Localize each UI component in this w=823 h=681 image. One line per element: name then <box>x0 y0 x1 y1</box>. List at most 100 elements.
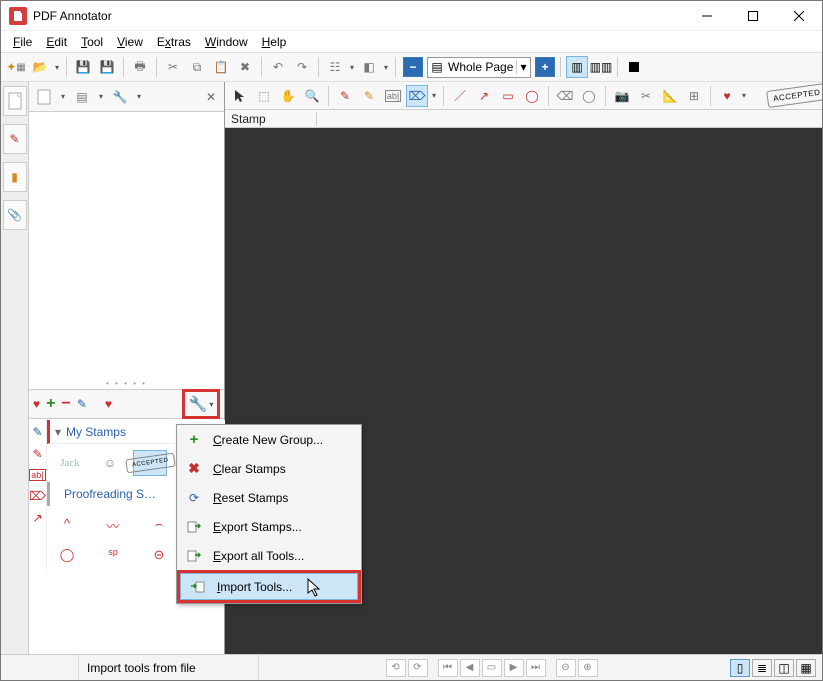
nav-forward[interactable]: ⊕ <box>578 659 598 677</box>
view-single[interactable]: ▯ <box>730 659 750 677</box>
proof-circle[interactable]: ◯ <box>53 547 81 563</box>
print-button[interactable]: 🖶 <box>129 56 151 78</box>
menu-file[interactable]: File <box>7 33 38 51</box>
vtab-attach[interactable]: 📎 <box>3 200 27 230</box>
columns-button[interactable]: ☷ <box>324 56 346 78</box>
view-continuous[interactable]: ≣ <box>752 659 772 677</box>
vtool-stamp[interactable]: ⌦ <box>29 489 46 503</box>
tool-favorite-dropdown[interactable]: ▾ <box>740 91 748 100</box>
vtool-arrow[interactable]: ↗ <box>32 511 42 525</box>
open-dropdown[interactable]: ▾ <box>53 63 61 72</box>
side-panel-close[interactable]: ✕ <box>202 88 220 106</box>
maximize-button[interactable] <box>730 1 776 30</box>
vtab-page-thumb[interactable] <box>3 86 27 116</box>
nav-next[interactable]: ▶ <box>504 659 524 677</box>
stamp-smiley[interactable]: ☺ <box>93 450 127 476</box>
tool-highlighter[interactable]: ✎ <box>358 85 380 107</box>
side-wrench[interactable]: 🔧 <box>109 86 131 108</box>
undo-button[interactable]: ↶ <box>267 56 289 78</box>
ctx-import-tools[interactable]: Import Tools... <box>180 573 358 600</box>
tool-lasso[interactable]: ⬚ <box>253 85 275 107</box>
nav-first[interactable]: ⏮ <box>438 659 458 677</box>
nav-prev[interactable]: ◀ <box>460 659 480 677</box>
favorites-wrench-button[interactable]: 🔧 ▾ <box>185 392 217 416</box>
close-button[interactable] <box>776 1 822 30</box>
tool-camera[interactable]: 📷 <box>611 85 633 107</box>
proof-caret[interactable]: ^ <box>53 516 81 535</box>
fav-heart-icon[interactable]: ♥ <box>33 397 40 411</box>
ctx-clear-stamps[interactable]: ✖ Clear Stamps <box>177 454 361 483</box>
view-two-cont[interactable]: ▦ <box>796 659 816 677</box>
fav-add-icon[interactable]: + <box>46 395 55 413</box>
ctx-export-stamps[interactable]: Export Stamps... <box>177 512 361 541</box>
tool-measure[interactable]: ◯ <box>578 85 600 107</box>
save-as-button[interactable]: 💾 <box>96 56 118 78</box>
sidebar-toggle-dropdown[interactable]: ▾ <box>382 63 390 72</box>
panel-grip[interactable]: • • • • • <box>29 379 224 389</box>
proof-stet[interactable]: ⊝ <box>145 547 173 563</box>
nav-rotate-left[interactable]: ⟲ <box>386 659 406 677</box>
menu-extras[interactable]: Extras <box>151 33 197 51</box>
vtool-pen[interactable]: ✎ <box>32 447 42 461</box>
nav-last[interactable]: ⏭ <box>526 659 546 677</box>
proof-transpose[interactable]: ⌢ <box>145 516 173 535</box>
fav-edit-icon[interactable]: ✎ <box>77 397 87 411</box>
menu-edit[interactable]: Edit <box>40 33 73 51</box>
menu-view[interactable]: View <box>111 33 149 51</box>
copy-button[interactable]: ⧉ <box>186 56 208 78</box>
menu-help[interactable]: Help <box>256 33 293 51</box>
tool-crop[interactable]: ✂ <box>635 85 657 107</box>
tool-eraser[interactable]: ⌫ <box>554 85 576 107</box>
zoom-combo[interactable]: ▤ Whole Page ▾ <box>427 57 531 78</box>
tool-textbox[interactable]: ab| <box>382 85 404 107</box>
nav-rotate-right[interactable]: ⟳ <box>408 659 428 677</box>
tool-pan[interactable]: ✋ <box>277 85 299 107</box>
proof-delete[interactable]: 〰 <box>99 516 127 535</box>
open-button[interactable]: 📂 <box>29 56 51 78</box>
proof-sp[interactable]: sp <box>99 547 127 563</box>
tool-line[interactable]: ／ <box>449 85 471 107</box>
ctx-reset-stamps[interactable]: ⟳ Reset Stamps <box>177 483 361 512</box>
tool-find[interactable]: 🔍 <box>301 85 323 107</box>
stamp-accepted[interactable]: ACCEPTED <box>133 450 167 476</box>
redo-button[interactable]: ↷ <box>291 56 313 78</box>
single-page-button[interactable]: ▥ <box>566 56 588 78</box>
stamp-signature[interactable]: Jack <box>53 450 87 476</box>
fav-heart2-icon[interactable]: ♥ <box>105 397 112 411</box>
zoom-out-button[interactable]: − <box>403 57 423 77</box>
two-page-button[interactable]: ▥▥ <box>590 56 612 78</box>
vtab-pen[interactable]: ✎ <box>3 124 27 154</box>
tool-stamp-dropdown[interactable]: ▾ <box>430 91 438 100</box>
menu-window[interactable]: Window <box>199 33 254 51</box>
menu-tool[interactable]: Tool <box>75 33 109 51</box>
tool-grid[interactable]: ⊞ <box>683 85 705 107</box>
tool-rect[interactable]: ▭ <box>497 85 519 107</box>
vtab-note[interactable]: ▮ <box>3 162 27 192</box>
paste-button[interactable]: 📋 <box>210 56 232 78</box>
ctx-create-group[interactable]: + Create New Group... <box>177 425 361 454</box>
save-button[interactable]: 💾 <box>72 56 94 78</box>
view-two[interactable]: ◫ <box>774 659 794 677</box>
side-new-page[interactable] <box>33 86 55 108</box>
tool-arrow[interactable]: ↗ <box>473 85 495 107</box>
new-doc-button[interactable]: ✦▦ <box>5 56 27 78</box>
sidebar-toggle-button[interactable]: ◧ <box>358 56 380 78</box>
zoom-in-button[interactable]: + <box>535 57 555 77</box>
tool-pointer[interactable] <box>229 85 251 107</box>
vtool-highlight[interactable]: ✎ <box>32 425 42 439</box>
fullscreen-button[interactable] <box>623 56 645 78</box>
columns-dropdown[interactable]: ▾ <box>348 63 356 72</box>
nav-page-no[interactable]: ▭ <box>482 659 502 677</box>
ctx-export-all-tools[interactable]: Export all Tools... <box>177 541 361 570</box>
tool-ruler[interactable]: 📐 <box>659 85 681 107</box>
tool-favorite[interactable]: ♥ <box>716 85 738 107</box>
side-book[interactable]: ▤ <box>71 86 93 108</box>
vtool-text[interactable]: ab| <box>29 469 45 481</box>
cut-button[interactable]: ✂ <box>162 56 184 78</box>
tool-ellipse[interactable]: ◯ <box>521 85 543 107</box>
tool-stamp[interactable]: ⌦ <box>406 85 428 107</box>
zoom-dropdown[interactable]: ▾ <box>516 60 530 74</box>
nav-back[interactable]: ⊖ <box>556 659 576 677</box>
tool-pen[interactable]: ✎ <box>334 85 356 107</box>
minimize-button[interactable] <box>684 1 730 30</box>
